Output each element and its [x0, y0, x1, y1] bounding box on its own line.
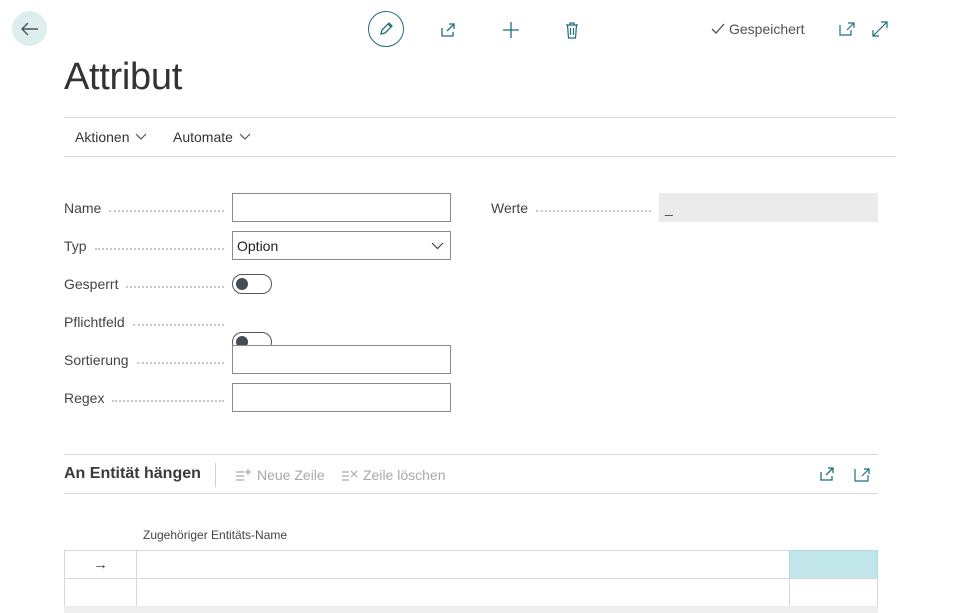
trash-icon [566, 21, 578, 39]
gesperrt-label: Gesperrt [64, 276, 119, 292]
row-marker-cell[interactable] [64, 578, 137, 607]
werte-label-row: Werte [491, 200, 651, 216]
open-in-new-window-icon [854, 467, 870, 482]
regex-label-row: Regex [64, 390, 224, 406]
back-button[interactable] [12, 11, 47, 46]
plus-icon [503, 22, 519, 38]
new-button[interactable] [500, 19, 522, 41]
subpage-top-divider [64, 454, 878, 455]
gesperrt-label-row: Gesperrt [64, 276, 224, 292]
open-new-window-button[interactable] [838, 20, 856, 38]
arrow-left-icon [20, 22, 38, 35]
gesperrt-toggle[interactable] [232, 274, 272, 294]
new-row-icon [236, 469, 251, 481]
delete-button[interactable] [562, 19, 582, 41]
name-field[interactable] [232, 193, 451, 222]
checkmark-icon [711, 23, 725, 34]
typ-select[interactable]: Option [232, 231, 451, 260]
expand-icon [872, 21, 888, 37]
table-cell[interactable] [789, 578, 878, 607]
subpage-separator [215, 463, 216, 487]
sortierung-field[interactable] [232, 345, 451, 374]
subpage-share-button[interactable] [818, 465, 836, 483]
subpage-expand-button[interactable] [853, 465, 871, 483]
regex-field[interactable] [232, 383, 451, 412]
edit-button[interactable] [368, 11, 404, 47]
chevron-down-icon [431, 242, 444, 249]
new-row-button[interactable]: Neue Zeile [235, 467, 325, 483]
dotted-leader [536, 209, 651, 212]
pflichtfeld-label: Pflichtfeld [64, 314, 125, 330]
pflichtfeld-label-row: Pflichtfeld [64, 314, 224, 330]
subpage-bottom-divider [64, 493, 878, 494]
dotted-leader [132, 323, 224, 326]
selected-cell[interactable] [789, 550, 878, 579]
actions-menu-label: Aktionen [75, 129, 130, 145]
name-label: Name [64, 200, 102, 216]
typ-label-row: Typ [64, 238, 224, 254]
subpage-title: An Entität hängen [64, 465, 201, 482]
saved-status: Gespeichert [711, 21, 804, 37]
delete-row-button[interactable]: Zeile löschen [341, 467, 446, 483]
automate-menu[interactable]: Automate [173, 129, 251, 145]
open-in-new-window-icon [839, 22, 855, 36]
share-button[interactable] [438, 20, 458, 40]
dotted-leader [112, 399, 224, 402]
chevron-down-icon [239, 133, 251, 140]
menu-top-divider [64, 117, 896, 118]
menu-bottom-divider [64, 156, 896, 157]
werte-field[interactable]: _ [659, 193, 878, 222]
dotted-leader [94, 247, 224, 250]
row-marker-cell[interactable]: → [64, 550, 137, 579]
delete-row-icon [342, 470, 358, 481]
actions-menu[interactable]: Aktionen [75, 129, 147, 145]
werte-label: Werte [491, 200, 529, 216]
share-icon [441, 23, 455, 37]
row-marker: → [93, 556, 108, 573]
column-header-entity-name[interactable]: Zugehöriger Entitäts-Name [143, 528, 287, 542]
typ-value: Option [237, 237, 279, 254]
page-title: Attribut [64, 56, 182, 98]
werte-value: _ [665, 199, 673, 216]
delete-row-label: Zeile löschen [363, 467, 446, 483]
typ-label: Typ [64, 238, 87, 254]
table-cell-entity-name[interactable] [136, 550, 790, 579]
saved-label: Gespeichert [729, 21, 805, 37]
sortierung-label-row: Sortierung [64, 352, 224, 368]
chevron-down-icon [136, 133, 147, 140]
table-cell-entity-name[interactable] [136, 578, 790, 607]
sortierung-label: Sortierung [64, 352, 129, 368]
new-row-label: Neue Zeile [257, 467, 325, 483]
automate-menu-label: Automate [173, 129, 233, 145]
grid-footer [64, 606, 878, 613]
dotted-leader [136, 361, 224, 364]
name-label-row: Name [64, 200, 224, 216]
regex-label: Regex [64, 390, 105, 406]
toggle-knob [236, 278, 248, 290]
share-icon [820, 467, 834, 481]
pencil-icon [380, 22, 393, 35]
dotted-leader [126, 285, 224, 288]
expand-button[interactable] [871, 20, 889, 38]
dotted-leader [109, 209, 224, 212]
